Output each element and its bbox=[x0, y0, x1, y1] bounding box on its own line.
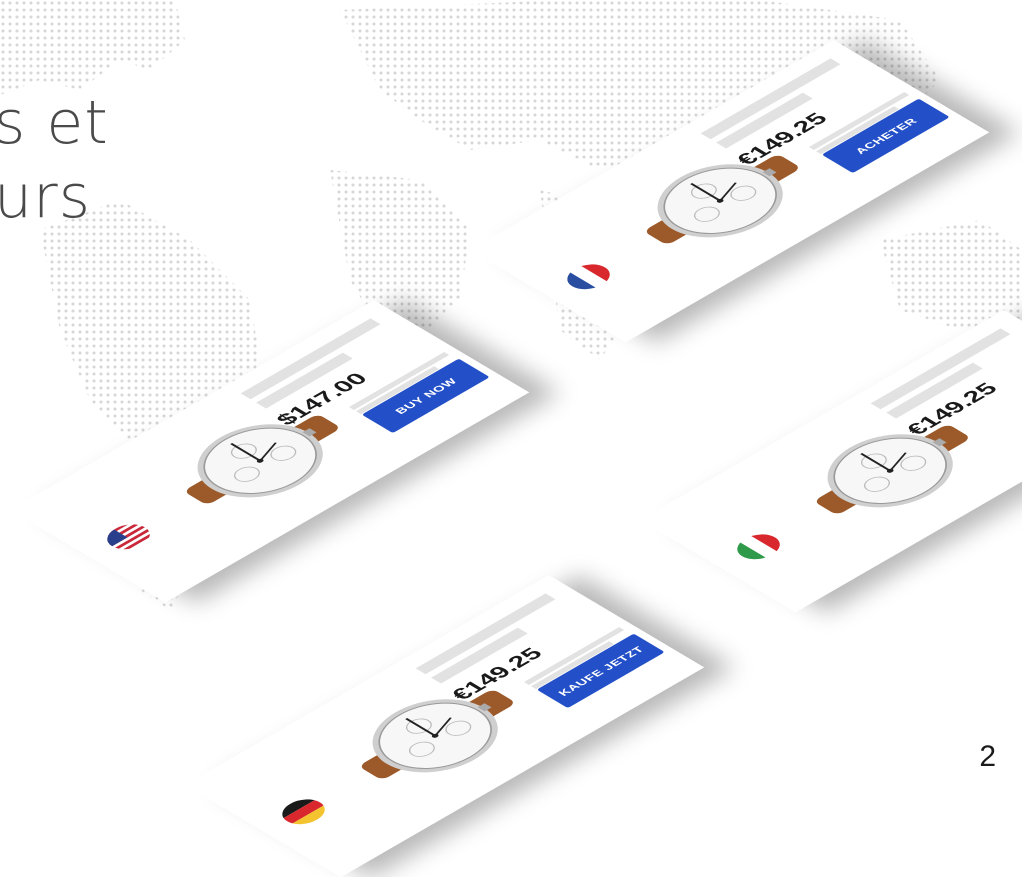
germany-flag-icon bbox=[273, 794, 334, 830]
watch-image bbox=[594, 127, 847, 275]
product-card-usa: $147.00 BUY NOW bbox=[10, 300, 530, 603]
product-card-italy: €149.25 bbox=[640, 310, 1022, 613]
page-headline: s et urs bbox=[0, 86, 109, 234]
italy-flag-icon bbox=[728, 529, 789, 565]
headline-line-1: s et bbox=[0, 88, 109, 158]
france-flag-icon bbox=[558, 259, 619, 295]
product-card-germany: €149.25 KAUFE JETZT bbox=[185, 575, 705, 877]
usa-flag-icon bbox=[98, 519, 159, 555]
watch-image bbox=[134, 387, 387, 535]
page-number: 2 bbox=[979, 740, 996, 773]
watch-image bbox=[309, 662, 562, 810]
product-card-france: €149.25 ACHETER bbox=[470, 40, 990, 343]
watch-image bbox=[764, 397, 1017, 545]
headline-line-2: urs bbox=[0, 162, 91, 232]
